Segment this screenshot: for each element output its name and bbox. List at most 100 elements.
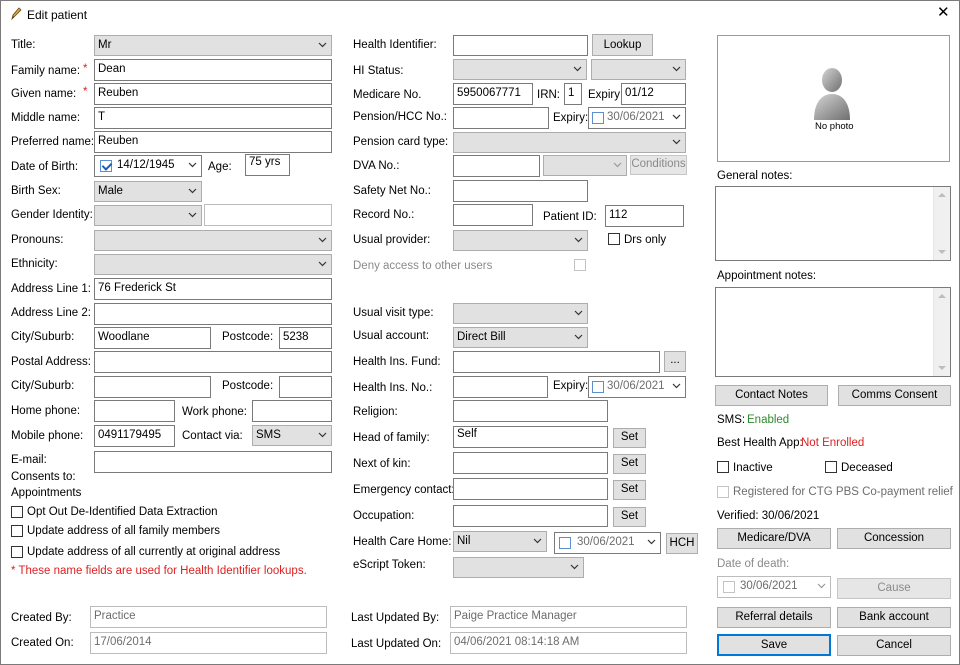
birth-sex-select[interactable]: Male: [94, 181, 202, 202]
contact-notes-button[interactable]: Contact Notes: [715, 385, 828, 406]
scrollbar[interactable]: [933, 187, 950, 260]
visit-type-select[interactable]: [453, 303, 588, 324]
conditions-button[interactable]: Conditions: [630, 155, 687, 175]
dva-input[interactable]: [453, 155, 540, 177]
set-occupation-button[interactable]: Set: [613, 507, 646, 527]
drs-only-checkbox[interactable]: [608, 233, 620, 245]
health-fund-input[interactable]: [453, 351, 660, 373]
health-fund-browse-button[interactable]: ...: [664, 351, 686, 372]
referral-details-button[interactable]: Referral details: [717, 607, 831, 628]
given-name-input[interactable]: Reuben: [94, 83, 332, 105]
medicare-expiry-input[interactable]: 01/12: [621, 83, 686, 105]
usual-provider-select[interactable]: [453, 230, 588, 251]
ins-expiry-value: 30/06/2021: [607, 380, 665, 392]
close-icon[interactable]: ✕: [937, 5, 950, 20]
middle-name-input[interactable]: T: [94, 107, 332, 129]
dob-checkbox[interactable]: [100, 160, 112, 172]
deceased-label: Deceased: [841, 462, 893, 474]
pronouns-select[interactable]: [94, 230, 332, 251]
ins-no-label: Health Ins. No.:: [353, 382, 433, 394]
address-line1-input[interactable]: 76 Frederick St: [94, 278, 332, 300]
patient-photo-frame[interactable]: No photo: [717, 35, 950, 162]
ins-no-input[interactable]: [453, 376, 548, 398]
scrollbar[interactable]: [933, 288, 950, 376]
hch-date-checkbox[interactable]: [559, 537, 571, 549]
pension-expiry-checkbox[interactable]: [592, 112, 604, 124]
religion-input[interactable]: [453, 400, 608, 422]
pension-input[interactable]: [453, 107, 549, 129]
address-line2-input[interactable]: [94, 303, 332, 325]
hi-status-secondary-select[interactable]: [591, 59, 686, 80]
pension-type-select[interactable]: [453, 132, 686, 153]
escript-token-select[interactable]: [453, 557, 584, 578]
ins-expiry-datepicker[interactable]: 30/06/2021: [588, 376, 686, 398]
set-next-of-kin-button[interactable]: Set: [613, 454, 646, 474]
postal-address-input[interactable]: [94, 351, 332, 373]
created-by-label: Created By:: [11, 612, 72, 624]
concession-button[interactable]: Concession: [837, 528, 951, 549]
work-phone-input[interactable]: [252, 400, 332, 422]
home-phone-input[interactable]: [94, 400, 175, 422]
mobile-phone-input[interactable]: 0491179495: [94, 425, 175, 447]
dva-type-select[interactable]: [543, 155, 627, 176]
postcode-input[interactable]: 5238: [279, 327, 332, 349]
set-emergency-contact-button[interactable]: Set: [613, 480, 646, 500]
date-of-death-checkbox[interactable]: [723, 581, 735, 593]
set-head-of-family-button[interactable]: Set: [613, 428, 646, 448]
health-identifier-input[interactable]: [453, 35, 588, 56]
gender-identity-other-input[interactable]: [204, 204, 332, 226]
safety-net-input[interactable]: [453, 180, 588, 202]
cancel-button[interactable]: Cancel: [837, 635, 951, 656]
hch-date-value: 30/06/2021: [577, 536, 635, 548]
city-input[interactable]: Woodlane: [94, 327, 211, 349]
irn-input[interactable]: 1: [564, 83, 582, 105]
dob-datepicker[interactable]: 14/12/1945: [94, 155, 202, 177]
preferred-name-input[interactable]: Reuben: [94, 131, 332, 153]
medicare-input[interactable]: 5950067771: [453, 83, 533, 105]
general-notes-textarea[interactable]: [715, 186, 951, 261]
inactive-checkbox[interactable]: [717, 461, 729, 473]
ins-expiry-label: Expiry:: [553, 380, 589, 392]
gender-identity-select[interactable]: [94, 205, 202, 226]
save-button[interactable]: Save: [717, 634, 831, 656]
occupation-label: Occupation:: [353, 510, 415, 522]
escript-token-label: eScript Token:: [353, 559, 426, 571]
ins-expiry-checkbox[interactable]: [592, 381, 604, 393]
health-identifier-label: Health Identifier:: [353, 39, 437, 51]
opt-out-checkbox[interactable]: [11, 506, 23, 518]
hch-button[interactable]: HCH: [666, 533, 698, 554]
appointment-notes-textarea[interactable]: [715, 287, 951, 377]
ethnicity-select[interactable]: [94, 254, 332, 275]
pension-expiry-datepicker[interactable]: 30/06/2021: [588, 107, 686, 129]
chevron-down-icon: [672, 114, 681, 120]
postal-postcode-input[interactable]: [279, 376, 332, 398]
patient-id-input[interactable]: 112: [605, 205, 684, 227]
record-no-input[interactable]: [453, 204, 533, 226]
email-input[interactable]: [94, 451, 332, 473]
deceased-checkbox[interactable]: [825, 461, 837, 473]
postal-city-input[interactable]: [94, 376, 211, 398]
irn-label: IRN:: [537, 89, 560, 101]
date-of-death-datepicker[interactable]: 30/06/2021: [717, 576, 831, 598]
cause-button[interactable]: Cause: [837, 578, 951, 599]
postal-address-label: Postal Address:: [11, 356, 91, 368]
comms-consent-button[interactable]: Comms Consent: [838, 385, 951, 406]
update-all-checkbox[interactable]: [11, 546, 23, 558]
title-select[interactable]: Mr: [94, 35, 332, 56]
lookup-button[interactable]: Lookup: [592, 34, 653, 56]
bank-account-button[interactable]: Bank account: [837, 607, 951, 628]
preferred-name-label: Preferred name:: [11, 136, 95, 148]
health-care-home-select[interactable]: Nil: [453, 531, 547, 552]
family-name-input[interactable]: Dean: [94, 59, 332, 81]
hch-date-datepicker[interactable]: 30/06/2021: [554, 532, 661, 554]
medicare-dva-button[interactable]: Medicare/DVA: [717, 528, 831, 549]
dva-label: DVA No.:: [353, 160, 400, 172]
deny-access-checkbox[interactable]: [574, 259, 586, 271]
hi-status-select[interactable]: [453, 59, 587, 80]
title-value: Mr: [98, 39, 112, 51]
update-family-checkbox[interactable]: [11, 525, 23, 537]
usual-account-select[interactable]: Direct Bill: [453, 327, 588, 348]
appointments-label: Appointments: [11, 487, 82, 499]
ctg-checkbox[interactable]: [717, 486, 729, 498]
contact-via-select[interactable]: SMS: [252, 425, 332, 446]
